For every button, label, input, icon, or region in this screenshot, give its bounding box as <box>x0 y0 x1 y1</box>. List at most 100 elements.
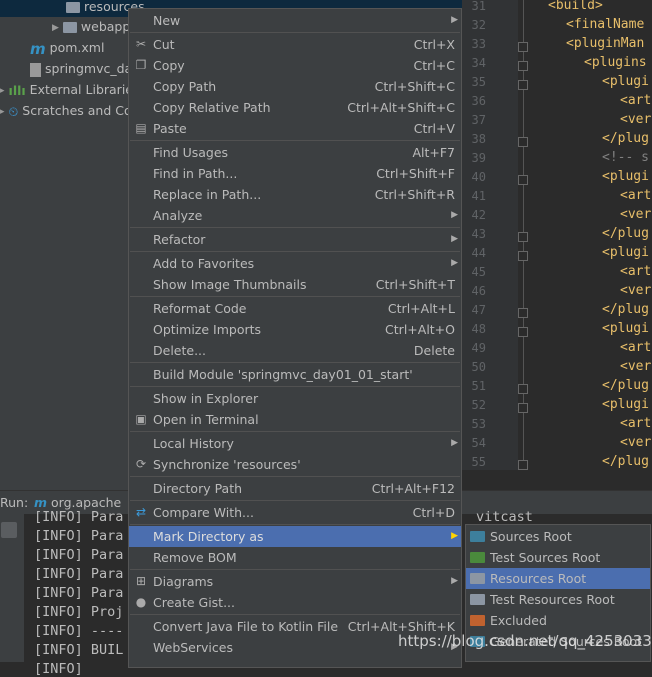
code-line[interactable]: <ver <box>620 435 651 450</box>
line-number: 45 <box>471 265 486 279</box>
fold-marker-icon[interactable] <box>518 308 528 318</box>
menu-item-cut[interactable]: ✂ Cut Ctrl+X <box>129 34 461 55</box>
fold-marker-icon[interactable] <box>518 327 528 337</box>
code-line[interactable]: </plug <box>602 131 649 146</box>
code-line[interactable]: <art <box>620 416 651 431</box>
sync-icon: ⟳ <box>135 457 147 471</box>
code-line[interactable]: <plugi <box>602 321 649 336</box>
code-editor[interactable]: 31 32 33 34 35 36 37 38 39 40 41 42 43 44 45 46 47 48 49 50… <box>462 0 652 470</box>
code-line[interactable]: <art <box>620 188 651 203</box>
menu-item-directory-path[interactable]: Directory Path Ctrl+Alt+F12 <box>129 478 461 499</box>
code-line[interactable]: <art <box>620 340 651 355</box>
menu-item-open-in-terminal[interactable]: ▣ Open in Terminal <box>129 409 461 430</box>
code-line[interactable]: </plug <box>602 378 649 393</box>
console-sidebar <box>0 514 24 662</box>
fold-marker-icon[interactable] <box>518 403 528 413</box>
menu-item-label: Open in Terminal <box>153 412 259 427</box>
menu-item-copy-path[interactable]: Copy Path Ctrl+Shift+C <box>129 76 461 97</box>
code-line[interactable]: <!-- s <box>602 150 649 165</box>
code-line[interactable]: <plugi <box>602 169 649 184</box>
code-line[interactable]: <art <box>620 93 651 108</box>
clipboard-icon: ▤ <box>135 121 147 135</box>
code-line[interactable]: <plugins <box>584 55 647 70</box>
menu-item-mark-directory-as[interactable]: Mark Directory as ▶ <box>129 526 461 547</box>
menu-item-refactor[interactable]: Refactor ▶ <box>129 229 461 250</box>
restore-layout-icon[interactable] <box>1 522 17 538</box>
compare-icon: ⇄ <box>135 505 147 519</box>
code-line[interactable]: </plug <box>602 226 649 241</box>
menu-item-shortcut: Ctrl+Shift+T <box>375 277 455 292</box>
submenu-item-excluded[interactable]: Excluded <box>466 610 650 631</box>
code-line[interactable]: <ver <box>620 283 651 298</box>
expand-arrow-icon[interactable]: ▸ <box>0 81 5 101</box>
menu-item-add-to-favorites[interactable]: Add to Favorites ▶ <box>129 253 461 274</box>
fold-marker-icon[interactable] <box>518 175 528 185</box>
menu-item-label: Copy Path <box>153 79 217 94</box>
submenu-item-sources-root[interactable]: Sources Root <box>466 526 650 547</box>
menu-item-label: Find in Path... <box>153 166 238 181</box>
code-line[interactable]: <plugi <box>602 245 649 260</box>
fold-marker-icon[interactable] <box>518 460 528 470</box>
context-menu: New ▶ ✂ Cut Ctrl+X ❐ Copy Ctrl+C Copy Path Ctrl+S… <box>128 8 462 668</box>
console-line: [INFO] Para <box>34 585 124 601</box>
menu-item-find-usages[interactable]: Find Usages Alt+F7 <box>129 142 461 163</box>
copy-icon: ❐ <box>135 58 147 72</box>
menu-item-reformat-code[interactable]: Reformat Code Ctrl+Alt+L <box>129 298 461 319</box>
fold-marker-icon[interactable] <box>518 42 528 52</box>
menu-item-replace-in-path[interactable]: Replace in Path... Ctrl+Shift+R <box>129 184 461 205</box>
menu-item-delete[interactable]: Delete... Delete <box>129 340 461 361</box>
menu-item-find-in-path[interactable]: Find in Path... Ctrl+Shift+F <box>129 163 461 184</box>
code-line[interactable]: <build> <box>548 0 603 13</box>
menu-item-create-gist[interactable]: ● Create Gist... <box>129 592 461 613</box>
fold-marker-icon[interactable] <box>518 384 528 394</box>
fold-marker-icon[interactable] <box>518 232 528 242</box>
console-line-tail: vitcast <box>476 509 533 525</box>
menu-item-shortcut: Alt+F7 <box>412 145 455 160</box>
code-line[interactable]: </plug <box>602 302 649 317</box>
menu-item-paste[interactable]: ▤ Paste Ctrl+V <box>129 118 461 139</box>
line-number: 40 <box>471 170 486 184</box>
line-number: 37 <box>471 113 486 127</box>
menu-item-local-history[interactable]: Local History ▶ <box>129 433 461 454</box>
menu-item-copy-relative-path[interactable]: Copy Relative Path Ctrl+Alt+Shift+C <box>129 97 461 118</box>
submenu-item-test-resources-root[interactable]: Test Resources Root <box>466 589 650 610</box>
console-line: [INFO] Para <box>34 528 124 544</box>
code-line[interactable]: <plugi <box>602 74 649 89</box>
menu-item-show-image-thumbnails[interactable]: Show Image Thumbnails Ctrl+Shift+T <box>129 274 461 295</box>
code-line[interactable]: <ver <box>620 359 651 374</box>
maven-icon: m <box>34 495 48 510</box>
menu-item-show-in-explorer[interactable]: Show in Explorer <box>129 388 461 409</box>
submenu-item-resources-root[interactable]: Resources Root <box>466 568 650 589</box>
line-number: 42 <box>471 208 486 222</box>
menu-item-build-module-springmvc-day01-01-start[interactable]: Build Module 'springmvc_day01_01_start' <box>129 364 461 385</box>
fold-marker-icon[interactable] <box>518 80 528 90</box>
line-number: 39 <box>471 151 486 165</box>
tree-item-label: springmvc_da <box>45 61 133 76</box>
menu-item-remove-bom[interactable]: Remove BOM <box>129 547 461 568</box>
menu-item-compare-with[interactable]: ⇄ Compare With... Ctrl+D <box>129 502 461 523</box>
code-line[interactable]: <art <box>620 264 651 279</box>
menu-item-label: Replace in Path... <box>153 187 262 202</box>
menu-item-diagrams[interactable]: ⊞ Diagrams ▶ <box>129 571 461 592</box>
code-line[interactable]: <ver <box>620 112 651 127</box>
expand-arrow-icon[interactable]: ▸ <box>0 102 5 122</box>
code-line[interactable]: <plugi <box>602 397 649 412</box>
fold-marker-icon[interactable] <box>518 61 528 71</box>
run-tab[interactable]: m org.apache <box>34 495 121 510</box>
submenu-arrow-icon: ▶ <box>451 234 458 244</box>
menu-item-optimize-imports[interactable]: Optimize Imports Ctrl+Alt+O <box>129 319 461 340</box>
fold-marker-icon[interactable] <box>518 251 528 261</box>
menu-item-new[interactable]: New ▶ <box>129 10 461 31</box>
folder-icon <box>62 22 77 33</box>
fold-marker-icon[interactable] <box>518 137 528 147</box>
menu-item-analyze[interactable]: Analyze ▶ <box>129 205 461 226</box>
code-line[interactable]: <ver <box>620 207 651 222</box>
code-line[interactable]: </plug <box>602 454 649 469</box>
expand-arrow-icon[interactable]: ▶ <box>52 18 59 38</box>
submenu-arrow-icon: ▶ <box>451 438 458 448</box>
menu-item-copy[interactable]: ❐ Copy Ctrl+C <box>129 55 461 76</box>
submenu-item-test-sources-root[interactable]: Test Sources Root <box>466 547 650 568</box>
menu-item-synchronize-resources[interactable]: ⟳ Synchronize 'resources' <box>129 454 461 475</box>
code-line[interactable]: <finalName <box>566 17 644 32</box>
code-line[interactable]: <pluginMan <box>566 36 644 51</box>
